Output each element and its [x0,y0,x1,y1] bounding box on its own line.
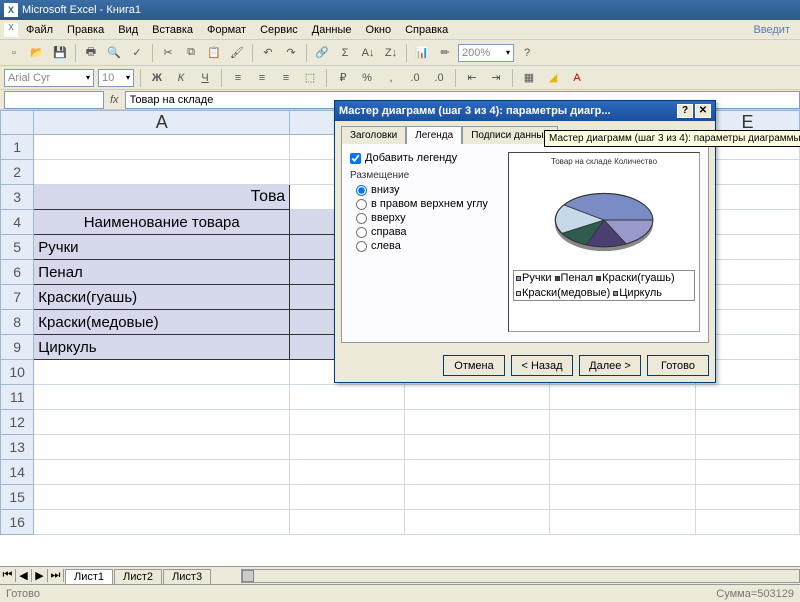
back-button[interactable]: < Назад [511,355,573,376]
dec-indent-icon[interactable]: ⇤ [462,68,482,88]
inc-indent-icon[interactable]: ⇥ [486,68,506,88]
standard-toolbar: ▫ 📂 💾 🖶 🔍 ✓ ✂ ⧉ 📋 🖌 ↶ ↷ 🔗 Σ A↓ Z↓ 📊 ✏ 20… [0,40,800,66]
sheet-tab-1[interactable]: Лист1 [65,569,113,584]
dialog-help-icon[interactable]: ? [677,104,693,118]
underline-icon[interactable]: Ч [195,68,215,88]
save-icon[interactable]: 💾 [50,43,70,63]
table-row[interactable]: Циркуль [34,335,290,360]
placement-group-label: Размещение [350,170,500,181]
formatting-toolbar: Arial Cyr▾ 10▾ Ж К Ч ≡ ≡ ≡ ⬚ ₽ % , .0 .0… [0,66,800,90]
fill-color-icon[interactable]: ◢ [543,68,563,88]
zoom-combo[interactable]: 200%▾ [458,44,514,62]
cancel-button[interactable]: Отмена [443,355,505,376]
next-button[interactable]: Далее > [579,355,641,376]
tab-nav-last-icon[interactable]: ⏭ [48,569,64,582]
menu-window[interactable]: Окно [360,22,398,38]
pie-chart-icon [539,180,669,260]
menu-help[interactable]: Справка [399,22,454,38]
font-color-icon[interactable]: A [567,68,587,88]
tab-nav-next-icon[interactable]: ▶ [32,569,48,582]
app-titlebar: X Microsoft Excel - Книга1 [0,0,800,20]
align-right-icon[interactable]: ≡ [276,68,296,88]
horizontal-scrollbar[interactable] [241,569,800,583]
table-row[interactable]: Краски(медовые) [34,310,290,335]
radio-bottom[interactable]: внизу [356,184,500,196]
dialog-tooltip: Мастер диаграмм (шаг 3 из 4): параметры … [544,130,800,147]
preview-icon[interactable]: 🔍 [104,43,124,63]
borders-icon[interactable]: ▦ [519,68,539,88]
preview-legend: Ручки Пенал Краски(гуашь) Краски(медовые… [513,270,695,301]
dialog-close-icon[interactable]: ✕ [695,104,711,118]
format-painter-icon[interactable]: 🖌 [227,43,247,63]
preview-title: Товар на складе Количество [551,157,657,166]
tab-titles[interactable]: Заголовки [341,126,406,144]
copy-icon[interactable]: ⧉ [181,43,201,63]
menu-insert[interactable]: Вставка [146,22,199,38]
tab-nav-prev-icon[interactable]: ◀ [16,569,32,582]
align-left-icon[interactable]: ≡ [228,68,248,88]
paste-icon[interactable]: 📋 [204,43,224,63]
status-right: Сумма=503129 [716,588,794,600]
radio-top[interactable]: вверху [356,212,500,224]
table-row[interactable]: Краски(гуашь) [34,285,290,310]
comma-icon[interactable]: , [381,68,401,88]
redo-icon[interactable]: ↷ [281,43,301,63]
table-row[interactable]: Ручки [34,235,290,260]
finish-button[interactable]: Готово [647,355,709,376]
fx-icon[interactable]: fx [104,94,125,106]
inc-decimal-icon[interactable]: .0 [405,68,425,88]
status-left: Готово [6,588,40,600]
undo-icon[interactable]: ↶ [258,43,278,63]
app-title: Microsoft Excel - Книга1 [22,4,141,16]
print-icon[interactable]: 🖶 [81,43,101,63]
menu-view[interactable]: Вид [112,22,144,38]
excel-small-icon: X [4,23,18,37]
bold-icon[interactable]: Ж [147,68,167,88]
chart-preview: Товар на складе Количество Ручки Пенал К… [508,152,700,332]
menu-tools[interactable]: Сервис [254,22,304,38]
font-name-combo[interactable]: Arial Cyr▾ [4,69,94,87]
radio-left[interactable]: слева [356,240,500,252]
menu-format[interactable]: Формат [201,22,252,38]
excel-icon: X [4,3,18,17]
spell-icon[interactable]: ✓ [127,43,147,63]
menu-bar: X Файл Правка Вид Вставка Формат Сервис … [0,20,800,40]
link-icon[interactable]: 🔗 [312,43,332,63]
sheet-tab-3[interactable]: Лист3 [163,569,211,584]
add-legend-checkbox[interactable]: Добавить легенду [350,152,500,164]
menu-file[interactable]: Файл [20,22,59,38]
sort-desc-icon[interactable]: Z↓ [381,43,401,63]
menu-data[interactable]: Данные [306,22,358,38]
sheet-tabs-bar: ⏮ ◀ ▶ ⏭ Лист1 Лист2 Лист3 [0,566,800,584]
sort-asc-icon[interactable]: A↓ [358,43,378,63]
tab-legend[interactable]: Легенда [406,126,462,144]
currency-icon[interactable]: ₽ [333,68,353,88]
percent-icon[interactable]: % [357,68,377,88]
table-row[interactable]: Пенал [34,260,290,285]
italic-icon[interactable]: К [171,68,191,88]
drawing-icon[interactable]: ✏ [435,43,455,63]
dialog-titlebar[interactable]: Мастер диаграмм (шаг 3 из 4): параметры … [335,101,715,121]
font-size-combo[interactable]: 10▾ [98,69,134,87]
name-box[interactable] [4,91,104,109]
dialog-title: Мастер диаграмм (шаг 3 из 4): параметры … [339,105,611,117]
sheet-tab-2[interactable]: Лист2 [114,569,162,584]
sum-icon[interactable]: Σ [335,43,355,63]
tab-nav-first-icon[interactable]: ⏮ [0,569,16,582]
table-title[interactable]: Това [34,185,290,210]
type-question-box[interactable]: Введит [747,22,796,38]
cut-icon[interactable]: ✂ [158,43,178,63]
col-header-name[interactable]: Наименование товара [34,210,290,235]
chart-wizard-icon[interactable]: 📊 [412,43,432,63]
menu-edit[interactable]: Правка [61,22,110,38]
radio-top-right[interactable]: в правом верхнем углу [356,198,500,210]
align-center-icon[interactable]: ≡ [252,68,272,88]
dec-decimal-icon[interactable]: .0 [429,68,449,88]
radio-right[interactable]: справа [356,226,500,238]
new-icon[interactable]: ▫ [4,43,24,63]
open-icon[interactable]: 📂 [27,43,47,63]
status-bar: Готово Сумма=503129 [0,584,800,602]
help-icon[interactable]: ? [517,43,537,63]
merge-icon[interactable]: ⬚ [300,68,320,88]
